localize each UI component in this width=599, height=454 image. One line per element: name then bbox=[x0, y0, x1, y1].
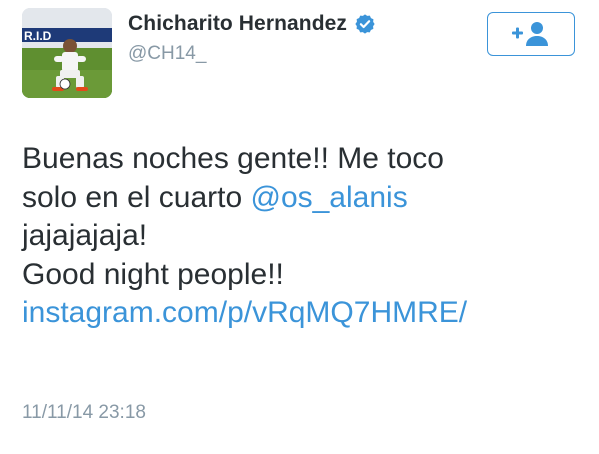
svg-text:R.I.D: R.I.D bbox=[24, 29, 52, 43]
display-name[interactable]: Chicharito Hernandez bbox=[128, 12, 347, 36]
instagram-link[interactable]: instagram.com/p/vRqMQ7HMRE/ bbox=[22, 294, 582, 333]
tweet-line-4: Good night people!! bbox=[22, 257, 284, 291]
tweet-line-3: jajajajaja! bbox=[22, 219, 148, 252]
display-name-row: Chicharito Hernandez bbox=[128, 10, 376, 38]
follow-user-icon bbox=[512, 22, 548, 46]
user-handle[interactable]: @CH14_ bbox=[128, 43, 376, 65]
avatar[interactable]: R.I.D bbox=[22, 8, 112, 98]
tweet-timestamp[interactable]: 11/11/14 23:18 bbox=[22, 402, 146, 424]
author-block: Chicharito Hernandez @CH14_ bbox=[128, 10, 376, 65]
profile-photo-icon: R.I.D bbox=[22, 8, 112, 98]
mention-link[interactable]: @os_alanis bbox=[250, 181, 407, 214]
tweet-line-2: solo en el cuarto @os_alanis bbox=[22, 179, 582, 218]
tweet-line-1: Buenas noches gente!! Me toco bbox=[22, 142, 444, 175]
tweet-line-2-text: solo en el cuarto bbox=[22, 180, 251, 214]
verified-badge-icon bbox=[355, 14, 375, 34]
tweet-text: Buenas noches gente!! Me toco solo en el… bbox=[22, 140, 582, 333]
tweet-card: R.I.D Chicharito Hernandez @CH14_ Buenas… bbox=[0, 0, 599, 454]
follow-button[interactable] bbox=[487, 12, 575, 56]
